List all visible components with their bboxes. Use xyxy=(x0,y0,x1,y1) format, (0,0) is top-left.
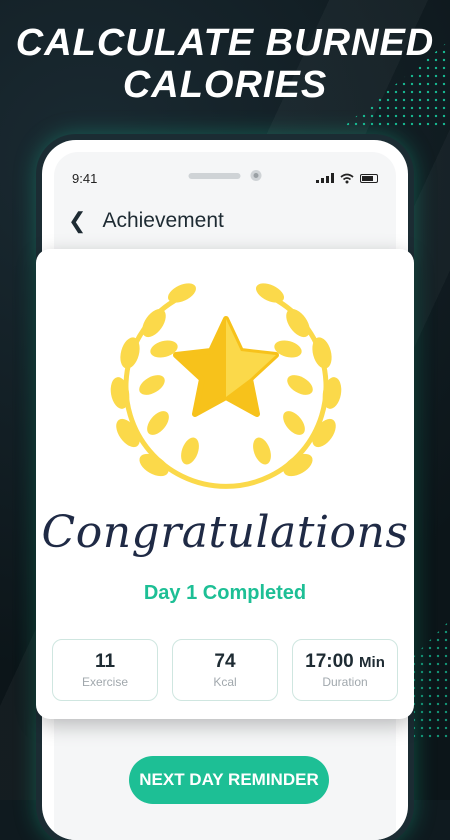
camera-icon xyxy=(250,170,262,181)
stat-number: 74 xyxy=(214,651,236,672)
stat-kcal: 74 Kcal xyxy=(172,639,278,701)
stat-unit: Min xyxy=(359,654,385,671)
day-completed-label: Day 1 Completed xyxy=(143,582,307,604)
phone-notch xyxy=(188,170,262,181)
next-day-reminder-button[interactable]: NEXT DAY REMINDER xyxy=(129,756,329,804)
stat-label: Kcal xyxy=(213,675,237,689)
stat-value: 74 xyxy=(214,651,235,673)
headline-line-2: CALORIES xyxy=(122,64,328,106)
achievement-card: Congratulations Day 1 Completed 11 Exerc… xyxy=(36,249,414,719)
page-title: Achievement xyxy=(102,209,224,232)
wifi-icon xyxy=(340,173,354,183)
promo-headline: CALCULATE BURNED CALORIES xyxy=(0,22,450,106)
star-laurel-icon xyxy=(110,283,342,489)
status-time: 9:41 xyxy=(72,170,98,186)
stats-row: 11 Exercise 74 Kcal 17:00 Min Duration xyxy=(52,639,398,701)
stat-label: Duration xyxy=(322,675,368,689)
signal-icon xyxy=(316,173,334,183)
battery-icon xyxy=(360,173,378,183)
stat-value: 11 xyxy=(95,651,115,673)
stat-number: 17:00 xyxy=(305,651,354,672)
stat-duration: 17:00 Min Duration xyxy=(292,639,398,701)
speaker-grille xyxy=(188,172,241,179)
stat-label: Exercise xyxy=(81,675,128,689)
chevron-left-icon[interactable]: ❮ xyxy=(68,208,86,234)
headline-line-1: CALCULATE BURNED xyxy=(15,22,435,64)
stat-number: 11 xyxy=(94,651,116,672)
stat-exercise: 11 Exercise xyxy=(52,639,158,701)
stat-value: 17:00 Min xyxy=(305,651,385,673)
top-nav: ❮ Achievement xyxy=(68,208,224,234)
congratulations-title: Congratulations xyxy=(41,507,409,558)
status-icons xyxy=(316,173,378,184)
